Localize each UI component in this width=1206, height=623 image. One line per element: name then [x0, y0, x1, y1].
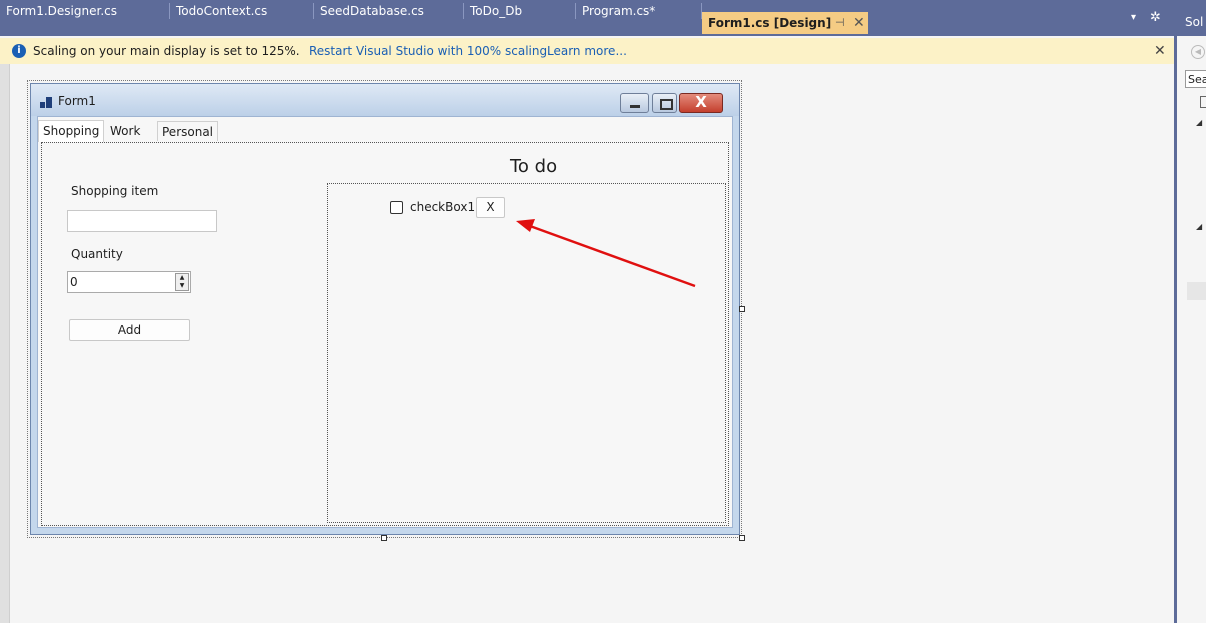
- left-gutter: [0, 64, 10, 623]
- todo-panel: checkBox1 X: [327, 183, 726, 523]
- tab-program[interactable]: Program.cs*: [576, 0, 702, 36]
- todo-checkbox[interactable]: [390, 201, 403, 214]
- tab-form1-design[interactable]: Form1.cs [Design] ⊣ ✕: [702, 12, 868, 34]
- form-client-area: Shopping Work Personal Shopping item Qua…: [37, 116, 733, 528]
- selected-tree-row[interactable]: [1187, 282, 1206, 300]
- tab-label: Form1.cs [Design]: [708, 16, 832, 30]
- document-tab-strip: Form1.Designer.cs TodoContext.cs SeedDat…: [0, 0, 1176, 36]
- pin-icon[interactable]: ⊣: [835, 12, 845, 34]
- tab-label: SeedDatabase.cs: [320, 4, 424, 18]
- resize-handle-right[interactable]: [739, 306, 745, 312]
- restart-link[interactable]: Restart Visual Studio with 100% scaling.: [309, 38, 551, 64]
- form-icon: [40, 97, 52, 108]
- close-icon[interactable]: ✕: [1154, 38, 1166, 64]
- maximize-button[interactable]: [652, 93, 677, 113]
- tab-label: ToDo_Db: [470, 4, 523, 18]
- form1-window[interactable]: Form1 X Shopping Work Personal Shopping …: [30, 83, 740, 535]
- shopping-item-label: Shopping item: [71, 184, 159, 198]
- form-title-bar: Form1 X: [31, 84, 739, 116]
- spin-buttons[interactable]: ▲ ▼: [175, 273, 189, 291]
- scaling-info-bar: i Scaling on your main display is set to…: [0, 38, 1176, 64]
- search-input[interactable]: Sea: [1185, 70, 1206, 88]
- shopping-item-input[interactable]: [67, 210, 217, 232]
- quantity-value: 0: [70, 275, 78, 289]
- tab-todo-db[interactable]: ToDo_Db: [464, 0, 576, 36]
- resize-handle-corner[interactable]: [739, 535, 745, 541]
- tab-label: Program.cs*: [582, 4, 656, 18]
- expand-arrow-icon[interactable]: ◢: [1196, 118, 1202, 127]
- expand-arrow-icon[interactable]: ◢: [1196, 222, 1202, 231]
- spin-up-icon[interactable]: ▲: [176, 274, 188, 282]
- remove-button[interactable]: X: [476, 197, 505, 218]
- minimize-button[interactable]: [620, 93, 649, 113]
- tab-form1-designer[interactable]: Form1.Designer.cs: [0, 0, 170, 36]
- tab-work[interactable]: Work: [106, 121, 144, 141]
- resize-handle-bottom[interactable]: [381, 535, 387, 541]
- solution-explorer-panel: Sol ◀ Sea ◢ ◢: [1177, 0, 1206, 623]
- info-message: Scaling on your main display is set to 1…: [33, 44, 300, 58]
- quantity-label: Quantity: [71, 247, 123, 261]
- tab-shopping[interactable]: Shopping: [38, 120, 105, 142]
- tab-label: TodoContext.cs: [176, 4, 268, 18]
- add-button[interactable]: Add: [69, 319, 190, 341]
- close-tab-icon[interactable]: ✕: [853, 12, 865, 34]
- back-icon[interactable]: ◀: [1191, 45, 1205, 59]
- gear-icon[interactable]: ✲: [1150, 10, 1161, 25]
- form-title: Form1: [58, 94, 96, 108]
- todo-label: To do: [510, 156, 558, 177]
- tab-seeddatabase[interactable]: SeedDatabase.cs: [314, 0, 464, 36]
- quantity-stepper[interactable]: 0 ▲ ▼: [67, 271, 191, 293]
- tab-todocontext[interactable]: TodoContext.cs: [170, 0, 314, 36]
- tab-label: Form1.Designer.cs: [6, 4, 117, 18]
- info-icon: i: [12, 44, 26, 58]
- chevron-down-icon[interactable]: ▾: [1131, 12, 1136, 23]
- checkbox-label[interactable]: checkBox1: [410, 200, 475, 214]
- close-button[interactable]: X: [679, 93, 723, 113]
- file-icon: [1200, 96, 1206, 108]
- tab-page-shopping: Shopping item Quantity 0 ▲ ▼ Add To do c…: [41, 142, 729, 526]
- learn-more-link[interactable]: Learn more...: [547, 38, 627, 64]
- tab-personal[interactable]: Personal: [157, 121, 219, 141]
- spin-down-icon[interactable]: ▼: [176, 282, 188, 290]
- solution-explorer-title: Sol: [1177, 0, 1206, 36]
